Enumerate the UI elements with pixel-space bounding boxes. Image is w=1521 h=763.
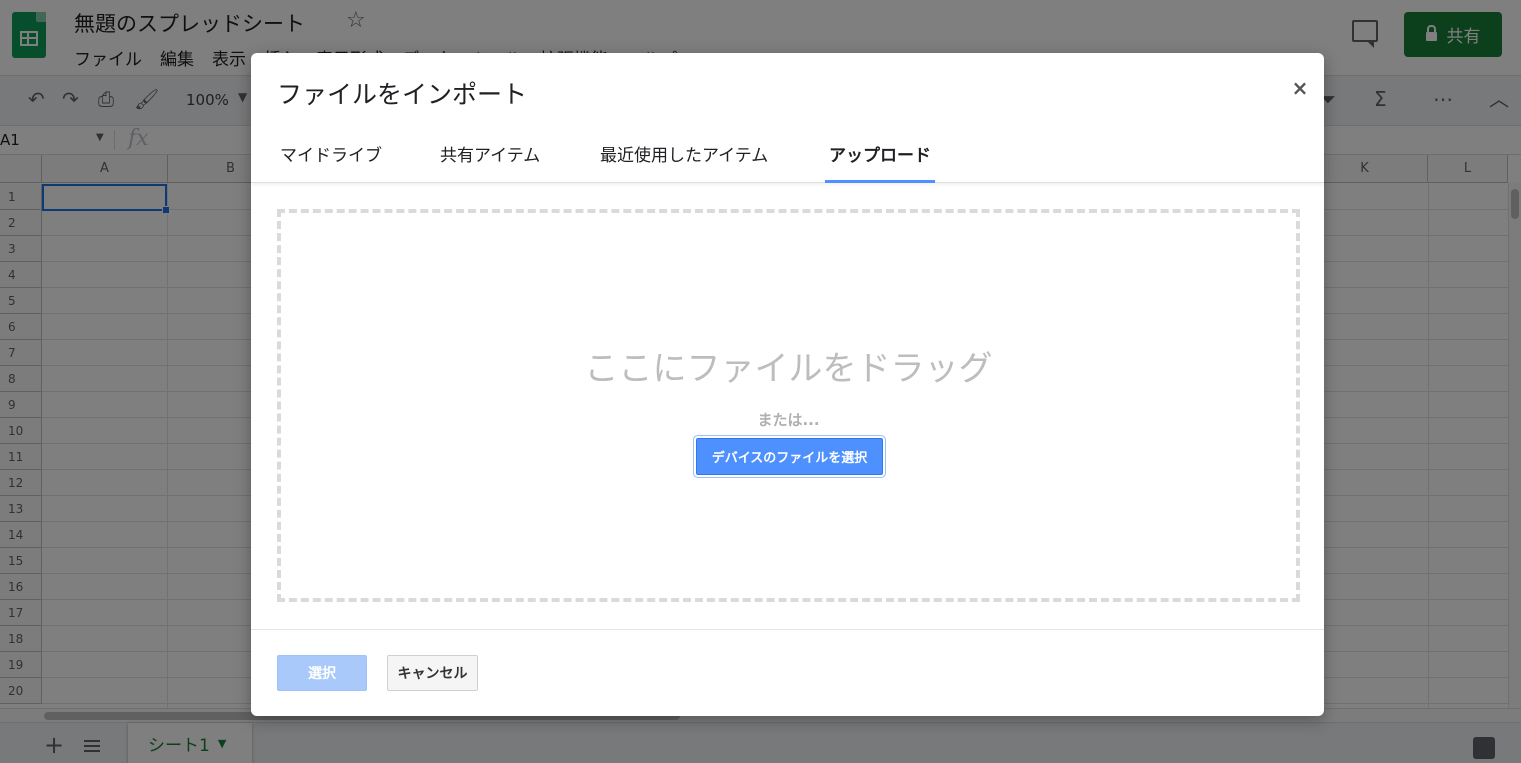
cancel-button[interactable]: キャンセル [387, 655, 478, 691]
file-drop-zone[interactable]: ここにファイルをドラッグ または... デバイスのファイルを選択 [277, 209, 1300, 602]
dialog-title: ファイルをインポート [277, 80, 528, 109]
drag-instruction: ここにファイルをドラッグ [584, 349, 993, 389]
tab-upload[interactable]: アップロード [825, 141, 935, 183]
import-file-dialog: ファイルをインポート × マイドライブ 共有アイテム 最近使用したアイテム アッ… [251, 53, 1324, 716]
tab-my-drive[interactable]: マイドライブ [276, 141, 386, 183]
tab-shared-items[interactable]: 共有アイテム [436, 141, 544, 183]
select-button[interactable]: 選択 [277, 655, 367, 691]
footer-divider [251, 629, 1324, 630]
tab-recent-items[interactable]: 最近使用したアイテム [596, 141, 772, 183]
dialog-tabs: マイドライブ 共有アイテム 最近使用したアイテム アップロード [251, 133, 1324, 183]
close-button[interactable]: × [1287, 75, 1313, 101]
choose-device-file-button[interactable]: デバイスのファイルを選択 [694, 436, 885, 477]
or-text: または... [757, 411, 820, 429]
